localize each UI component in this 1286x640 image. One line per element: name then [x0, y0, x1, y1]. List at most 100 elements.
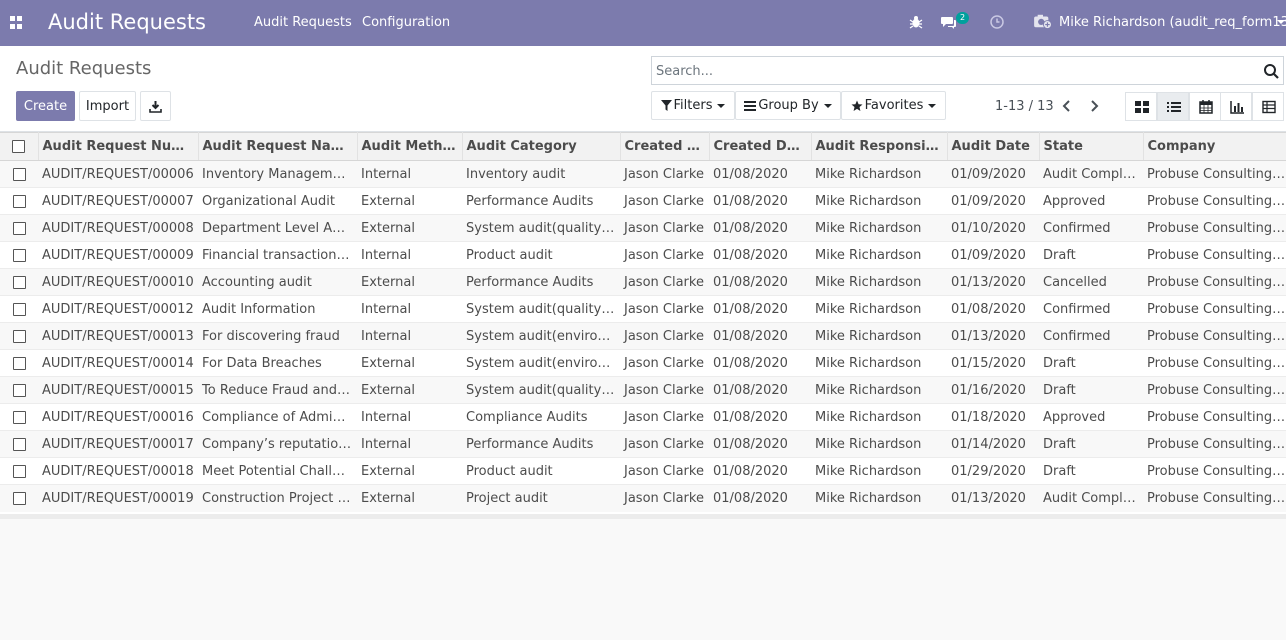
cell-audit-date[interactable]: 01/16/2020 — [947, 376, 1039, 404]
cell-created-by[interactable]: Jason Clarke — [620, 187, 709, 215]
cell-created-by[interactable]: Jason Clarke — [620, 376, 709, 404]
calendar-view-button[interactable] — [1189, 92, 1221, 121]
cell-created-date[interactable]: 01/08/2020 — [709, 160, 811, 188]
row-select-cell[interactable] — [0, 457, 38, 485]
cell-audit-date[interactable]: 01/14/2020 — [947, 430, 1039, 458]
column-header-number[interactable]: Audit Request Numbe... — [38, 132, 199, 161]
cell-number[interactable]: AUDIT/REQUEST/00018 — [38, 457, 198, 485]
cell-responsible[interactable]: Mike Richardson — [811, 457, 947, 485]
cell-number[interactable]: AUDIT/REQUEST/00015 — [38, 376, 198, 404]
cell-created-by[interactable]: Jason Clarke — [620, 268, 709, 296]
pager-previous-icon[interactable] — [1058, 96, 1076, 116]
column-header-name[interactable]: Audit Request Name — [198, 132, 358, 161]
cell-method[interactable]: External — [357, 457, 462, 485]
cell-responsible[interactable]: Mike Richardson — [811, 241, 947, 269]
cell-created-by[interactable]: Jason Clarke — [620, 322, 709, 350]
row-checkbox[interactable] — [12, 491, 26, 505]
cell-category[interactable]: System audit(quality management) — [462, 376, 620, 404]
filters-dropdown[interactable]: Filters — [651, 91, 735, 120]
pager-value[interactable]: 1-13 / 13 — [995, 99, 1054, 115]
cell-method[interactable]: External — [357, 484, 462, 512]
cell-responsible[interactable]: Mike Richardson — [811, 322, 947, 350]
column-header-responsible[interactable]: Audit Responsible — [811, 132, 948, 161]
cell-state[interactable]: Draft — [1039, 349, 1143, 377]
cell-responsible[interactable]: Mike Richardson — [811, 214, 947, 242]
cell-created-date[interactable]: 01/08/2020 — [709, 457, 811, 485]
pivot-view-button[interactable] — [1252, 92, 1284, 121]
cell-category[interactable]: Project audit — [462, 484, 620, 512]
cell-method[interactable]: External — [357, 268, 462, 296]
cell-number[interactable]: AUDIT/REQUEST/00008 — [38, 214, 198, 242]
cell-method[interactable]: Internal — [357, 241, 462, 269]
cell-state[interactable]: Draft — [1039, 457, 1143, 485]
row-checkbox[interactable] — [12, 194, 26, 208]
cell-responsible[interactable]: Mike Richardson — [811, 268, 947, 296]
cell-created-date[interactable]: 01/08/2020 — [709, 430, 811, 458]
cell-category[interactable]: Product audit — [462, 457, 620, 485]
column-header-category[interactable]: Audit Category — [462, 132, 621, 161]
cell-state[interactable]: Audit Completed — [1039, 160, 1143, 188]
row-select-cell[interactable] — [0, 322, 38, 350]
table-row[interactable]: AUDIT/REQUEST/00017 Company’s reputation … — [0, 430, 1286, 458]
cell-audit-date[interactable]: 01/18/2020 — [947, 403, 1039, 431]
download-button[interactable] — [140, 91, 171, 121]
cell-method[interactable]: Internal — [357, 430, 462, 458]
cell-responsible[interactable]: Mike Richardson — [811, 349, 947, 377]
cell-number[interactable]: AUDIT/REQUEST/00014 — [38, 349, 198, 377]
row-checkbox[interactable] — [12, 167, 26, 181]
cell-audit-date[interactable]: 01/29/2020 — [947, 457, 1039, 485]
table-row[interactable]: AUDIT/REQUEST/00006 Inventory Management … — [0, 160, 1286, 188]
cell-name[interactable]: Compliance of Administrative Rules — [198, 403, 357, 431]
column-header-method[interactable]: Audit Method — [357, 132, 463, 161]
column-header-state[interactable]: State — [1039, 132, 1144, 161]
cell-name[interactable]: Organizational Audit — [198, 187, 357, 215]
column-header-audit-date[interactable]: Audit Date — [947, 132, 1040, 161]
table-row[interactable]: AUDIT/REQUEST/00019 Construction Project … — [0, 484, 1286, 512]
cell-responsible[interactable]: Mike Richardson — [811, 187, 947, 215]
cell-created-date[interactable]: 01/08/2020 — [709, 295, 811, 323]
cell-name[interactable]: Construction Project Management — [198, 484, 357, 512]
group-by-dropdown[interactable]: Group By — [735, 91, 841, 120]
row-select-cell[interactable] — [0, 430, 38, 458]
cell-responsible[interactable]: Mike Richardson — [811, 484, 947, 512]
row-checkbox[interactable] — [12, 464, 26, 478]
cell-audit-date[interactable]: 01/09/2020 — [947, 241, 1039, 269]
cell-state[interactable]: Audit Completed — [1039, 484, 1143, 512]
cell-number[interactable]: AUDIT/REQUEST/00019 — [38, 484, 198, 512]
column-header-company[interactable]: Company — [1143, 132, 1286, 161]
row-checkbox[interactable] — [12, 221, 26, 235]
cell-method[interactable]: Internal — [357, 403, 462, 431]
cell-audit-date[interactable]: 01/09/2020 — [947, 160, 1039, 188]
cell-audit-date[interactable]: 01/08/2020 — [947, 295, 1039, 323]
app-brand[interactable]: Audit Requests — [48, 9, 206, 35]
cell-audit-date[interactable]: 01/09/2020 — [947, 187, 1039, 215]
cell-category[interactable]: System audit(environmental) — [462, 349, 620, 377]
row-select-cell[interactable] — [0, 187, 38, 215]
cell-state[interactable]: Draft — [1039, 376, 1143, 404]
row-select-cell[interactable] — [0, 160, 38, 188]
cell-responsible[interactable]: Mike Richardson — [811, 403, 947, 431]
cell-company[interactable]: Probuse Consulting Service Pvt. Ltd. — [1143, 214, 1286, 242]
cell-method[interactable]: External — [357, 214, 462, 242]
select-all-cell[interactable] — [0, 132, 39, 161]
table-row[interactable]: AUDIT/REQUEST/00016 Compliance of Adminis… — [0, 403, 1286, 431]
table-row[interactable]: AUDIT/REQUEST/00014 For Data Breaches Exte… — [0, 349, 1286, 377]
cell-name[interactable]: Financial transactions Audit — [198, 241, 357, 269]
search-input[interactable] — [656, 62, 1246, 80]
cell-number[interactable]: AUDIT/REQUEST/00009 — [38, 241, 198, 269]
row-checkbox[interactable] — [12, 302, 26, 316]
cell-created-date[interactable]: 01/08/2020 — [709, 268, 811, 296]
cell-name[interactable]: To Reduce Fraud and Irregularities — [198, 376, 357, 404]
cell-company[interactable]: Probuse Consulting Service Pvt. Ltd. — [1143, 187, 1286, 215]
cell-category[interactable]: Product audit — [462, 241, 620, 269]
cell-category[interactable]: System audit(quality management) — [462, 295, 620, 323]
menu-audit-requests[interactable]: Audit Requests — [254, 15, 352, 31]
table-row[interactable]: AUDIT/REQUEST/00008 Department Level Audi… — [0, 214, 1286, 242]
row-select-cell[interactable] — [0, 214, 38, 242]
cell-number[interactable]: AUDIT/REQUEST/00016 — [38, 403, 198, 431]
cell-name[interactable]: Department Level Audit — [198, 214, 357, 242]
cell-number[interactable]: AUDIT/REQUEST/00007 — [38, 187, 198, 215]
cell-number[interactable]: AUDIT/REQUEST/00012 — [38, 295, 198, 323]
cell-state[interactable]: Draft — [1039, 430, 1143, 458]
row-select-cell[interactable] — [0, 403, 38, 431]
